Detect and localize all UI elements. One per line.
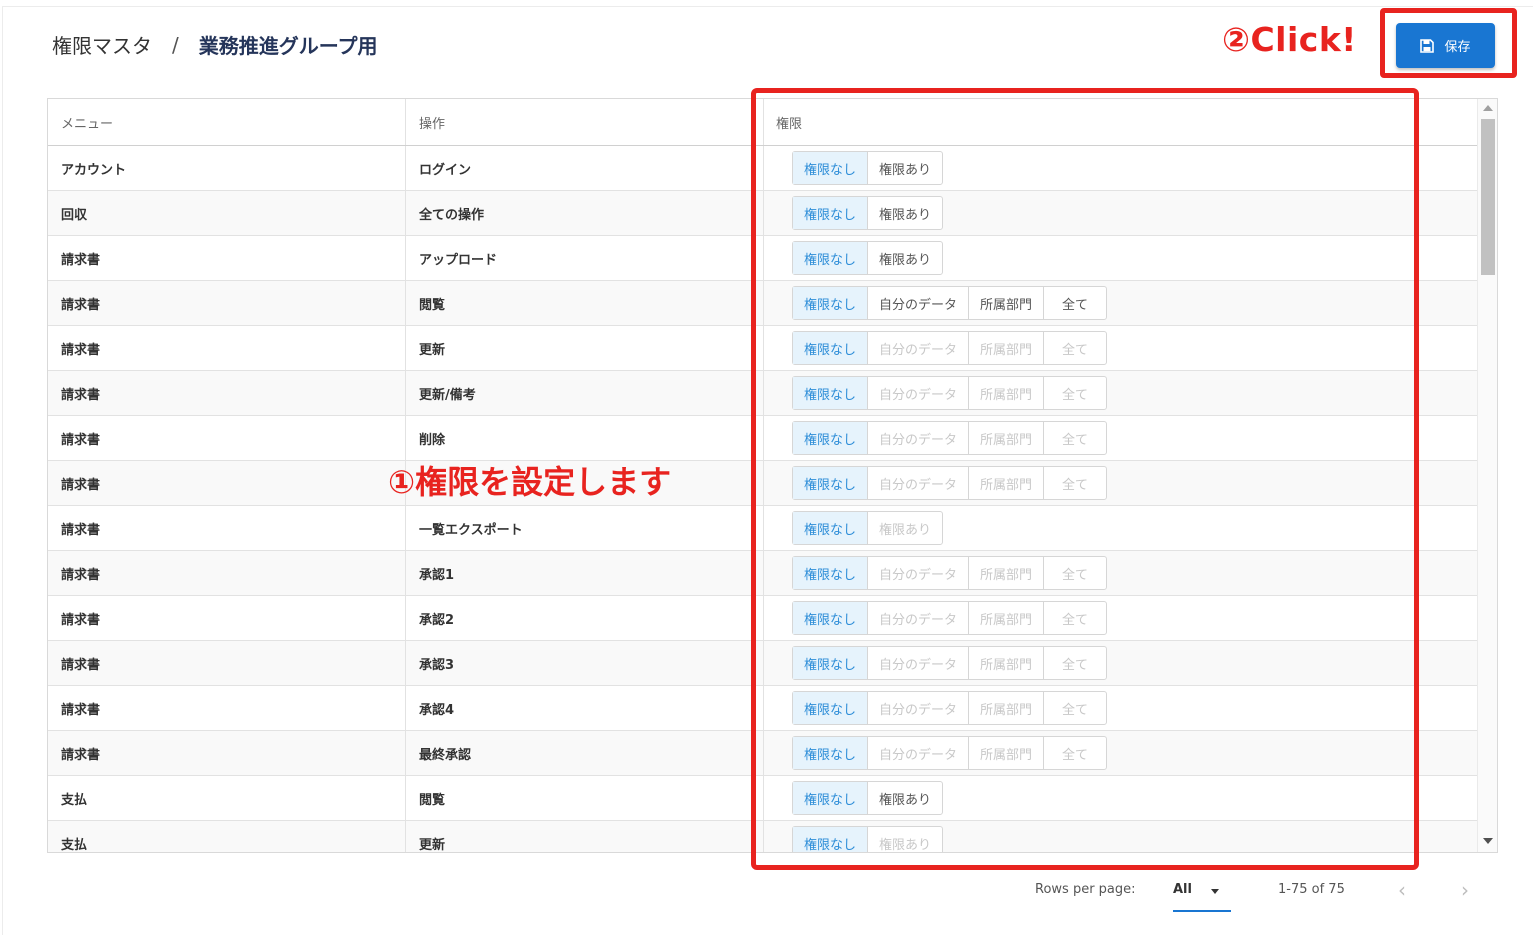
chevron-right-icon[interactable]: ›: [1461, 878, 1469, 902]
cell-menu: 請求書: [48, 461, 406, 505]
cell-menu: 請求書: [48, 596, 406, 640]
cell-operation: 最終承認: [406, 731, 764, 775]
cell-menu: 支払: [48, 776, 406, 820]
rows-per-page-value: All: [1173, 882, 1192, 897]
click-annotation: ②Click!: [1222, 20, 1357, 59]
cell-operation: 承認1: [406, 551, 764, 595]
cell-menu: 請求書: [48, 416, 406, 460]
cell-menu: 請求書: [48, 371, 406, 415]
scroll-down-icon[interactable]: [1483, 838, 1493, 844]
cell-menu: アカウント: [48, 146, 406, 190]
breadcrumb: 権限マスタ / 業務推進グループ用: [52, 30, 378, 59]
cell-menu: 請求書: [48, 686, 406, 730]
cell-operation: 承認4: [406, 686, 764, 730]
cell-operation: 更新/備考: [406, 371, 764, 415]
cell-operation: 更新: [406, 821, 764, 852]
page-title: 業務推進グループ用: [198, 34, 378, 58]
header-menu: メニュー: [48, 99, 406, 145]
cell-operation: 削除: [406, 416, 764, 460]
dropdown-arrow-icon: [1211, 889, 1219, 894]
breadcrumb-separator: /: [172, 32, 179, 57]
rows-per-page-label: Rows per page:: [1035, 882, 1136, 897]
cell-operation: 閲覧: [406, 776, 764, 820]
breadcrumb-root[interactable]: 権限マスタ: [52, 30, 152, 59]
pagination-range: 1-75 of 75: [1278, 882, 1345, 897]
cell-menu: 支払: [48, 821, 406, 852]
table-footer: Rows per page: All 1-75 of 75 ‹ ›: [0, 876, 1535, 916]
rows-per-page-select[interactable]: All: [1173, 878, 1231, 912]
floppy-disk-icon: [1420, 38, 1435, 53]
cell-operation: 閲覧: [406, 281, 764, 325]
scrollbar-thumb[interactable]: [1481, 119, 1495, 275]
cell-menu: 請求書: [48, 731, 406, 775]
header-operation: 操作: [406, 99, 764, 145]
cell-operation: ログイン: [406, 146, 764, 190]
table-scrollbar[interactable]: [1477, 99, 1497, 852]
cell-menu: 請求書: [48, 326, 406, 370]
cell-menu: 請求書: [48, 641, 406, 685]
save-button[interactable]: 保存: [1396, 23, 1495, 68]
cell-menu: 請求書: [48, 281, 406, 325]
cell-menu: 請求書: [48, 506, 406, 550]
cell-operation: 一覧エクスポート: [406, 506, 764, 550]
cell-operation: 更新: [406, 326, 764, 370]
cell-operation: 全ての操作: [406, 191, 764, 235]
cell-operation: 承認2: [406, 596, 764, 640]
scroll-up-icon[interactable]: [1483, 105, 1493, 111]
cell-menu: 請求書: [48, 551, 406, 595]
cell-menu: 回収: [48, 191, 406, 235]
cell-operation: アップロード: [406, 236, 764, 280]
cell-menu: 請求書: [48, 236, 406, 280]
chevron-left-icon[interactable]: ‹: [1398, 878, 1406, 902]
set-permissions-annotation: ①権限を設定します: [388, 463, 672, 501]
cell-operation: 承認3: [406, 641, 764, 685]
permission-highlight-box: [751, 88, 1419, 870]
save-button-label: 保存: [1444, 40, 1471, 55]
